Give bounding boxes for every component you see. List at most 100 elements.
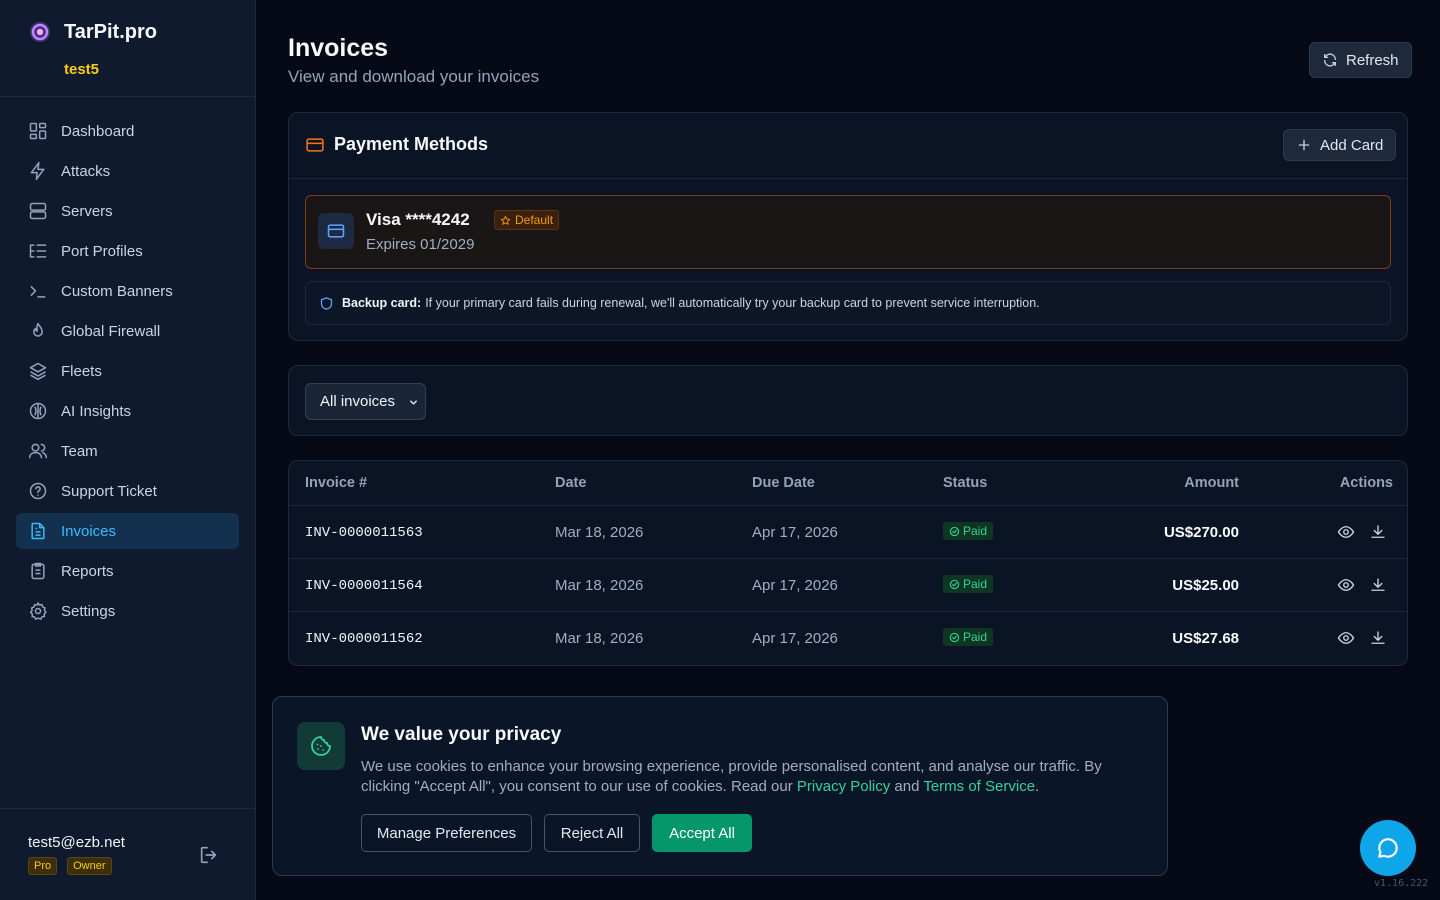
- header-invoice-number: Invoice #: [305, 475, 368, 491]
- add-card-label: Add Card: [1320, 136, 1384, 154]
- invoice-date: Mar 18, 2026: [555, 524, 644, 541]
- sidebar-item-label: Global Firewall: [61, 322, 161, 340]
- view-icon[interactable]: [1337, 629, 1355, 647]
- backup-card-label: Backup card:: [342, 296, 422, 310]
- refresh-button[interactable]: Refresh: [1309, 42, 1412, 78]
- bolt-icon: [30, 161, 45, 181]
- status-label: Paid: [963, 630, 988, 644]
- invoice-number: INV-0000011563: [305, 525, 423, 541]
- card-expiry: Expires 01/2029: [366, 236, 475, 253]
- payment-card-default[interactable]: Visa ****4242 Default Expires 01/2029: [305, 195, 1391, 269]
- sidebar-item-reports[interactable]: Reports: [16, 553, 239, 589]
- sidebar-item-label: Servers: [61, 202, 113, 220]
- role-badge: Owner: [67, 857, 112, 875]
- payment-methods-card: Payment Methods Add Card Visa ****4242 D…: [288, 112, 1408, 341]
- download-icon[interactable]: [1369, 523, 1387, 541]
- sidebar-item-label: Support Ticket: [61, 482, 157, 500]
- sidebar-item-team[interactable]: Team: [16, 433, 239, 469]
- cookie-text-and: and: [890, 778, 924, 795]
- list-tree-icon: [29, 244, 47, 258]
- privacy-policy-link[interactable]: Privacy Policy: [797, 778, 890, 795]
- payment-methods-title: Payment Methods: [334, 134, 489, 154]
- sidebar-item-dashboard[interactable]: Dashboard: [16, 113, 239, 149]
- invoice-due-date: Apr 17, 2026: [752, 524, 838, 541]
- view-icon[interactable]: [1337, 576, 1355, 594]
- sidebar-item-invoices[interactable]: Invoices: [16, 513, 239, 549]
- sidebar-item-settings[interactable]: Settings: [16, 593, 239, 629]
- invoice-date: Mar 18, 2026: [555, 577, 644, 594]
- backup-card-text: If your primary card fails during renewa…: [425, 296, 1040, 310]
- sidebar-item-label: Dashboard: [61, 122, 135, 140]
- sidebar-item-attacks[interactable]: Attacks: [16, 153, 239, 189]
- invoice-date: Mar 18, 2026: [555, 630, 644, 647]
- chat-bubble-icon: [1378, 838, 1398, 858]
- invoice-amount: US$25.00: [1172, 577, 1239, 594]
- invoice-number: INV-0000011564: [305, 578, 423, 594]
- default-badge-label: Default: [515, 213, 554, 227]
- table-row[interactable]: INV-0000011562 Mar 18, 2026 Apr 17, 2026…: [289, 612, 1407, 665]
- sidebar-item-custom-banners[interactable]: Custom Banners: [16, 273, 239, 309]
- sidebar-item-label: Invoices: [61, 522, 117, 540]
- sidebar-item-port-profiles[interactable]: Port Profiles: [16, 233, 239, 269]
- reject-all-button[interactable]: Reject All: [544, 814, 640, 852]
- table-row[interactable]: INV-0000011563 Mar 18, 2026 Apr 17, 2026…: [289, 506, 1407, 559]
- credit-card-icon: [306, 137, 324, 152]
- manage-preferences-button[interactable]: Manage Preferences: [361, 814, 532, 852]
- sidebar-item-ai-insights[interactable]: AI Insights: [16, 393, 239, 429]
- user-email: test5@ezb.net: [28, 834, 125, 851]
- check-circle-icon: [949, 579, 960, 589]
- sidebar-item-servers[interactable]: Servers: [16, 193, 239, 229]
- header-actions: Actions: [1339, 475, 1393, 491]
- cookie-title: We value your privacy: [361, 724, 562, 745]
- shield-icon: [320, 296, 333, 310]
- header-date: Date: [555, 475, 587, 491]
- server-icon: [29, 202, 47, 220]
- sidebar-item-label: Port Profiles: [61, 242, 143, 260]
- users-icon: [28, 443, 48, 459]
- terminal-icon: [30, 286, 46, 298]
- header-status: Status: [943, 475, 988, 491]
- sidebar-item-fleets[interactable]: Fleets: [16, 353, 239, 389]
- brand[interactable]: TarPit.pro: [28, 20, 157, 44]
- status-badge: Paid: [943, 575, 994, 593]
- filter-card: All invoices: [288, 365, 1408, 436]
- backup-card-notice: Backup card: If your primary card fails …: [305, 281, 1391, 325]
- accept-all-button[interactable]: Accept All: [652, 814, 752, 852]
- sidebar-nav: Dashboard Attacks Servers Port Profiles …: [16, 113, 239, 633]
- plan-badge: Pro: [28, 857, 58, 875]
- terms-link[interactable]: Terms of Service: [923, 778, 1035, 795]
- invoice-amount: US$270.00: [1163, 524, 1239, 541]
- page-title: Invoices: [288, 34, 389, 62]
- refresh-label: Refresh: [1346, 51, 1399, 69]
- invoices-table: Invoice # Date Due Date Status Amount Ac…: [288, 460, 1408, 666]
- sidebar-item-support-ticket[interactable]: Support Ticket: [16, 473, 239, 509]
- page-subtitle: View and download your invoices: [288, 67, 540, 86]
- logout-icon[interactable]: [198, 844, 220, 866]
- user-badges: Pro Owner: [28, 857, 112, 875]
- sidebar: TarPit.pro test5 Dashboard Attacks Serve…: [0, 0, 256, 900]
- app-name: TarPit.pro: [64, 20, 157, 43]
- invoice-filter-value: All invoices: [320, 393, 396, 410]
- invoice-filter-select[interactable]: All invoices: [305, 383, 426, 420]
- sidebar-item-global-firewall[interactable]: Global Firewall: [16, 313, 239, 349]
- table-row[interactable]: INV-0000011564 Mar 18, 2026 Apr 17, 2026…: [289, 559, 1407, 612]
- app-version: v1.16.222: [1374, 878, 1429, 889]
- cookie-banner: We value your privacy We use cookies to …: [272, 696, 1168, 876]
- status-label: Paid: [963, 524, 988, 538]
- brand-logo-icon: [30, 22, 50, 42]
- chat-button[interactable]: [1360, 820, 1416, 876]
- cookie-icon: [311, 736, 331, 756]
- add-card-button[interactable]: Add Card: [1283, 129, 1397, 161]
- chevron-down-icon: [410, 400, 417, 405]
- status-label: Paid: [963, 577, 988, 591]
- header-amount: Amount: [1184, 475, 1239, 491]
- sidebar-item-label: Team: [61, 442, 98, 460]
- download-icon[interactable]: [1369, 629, 1387, 647]
- plus-icon: [1298, 139, 1310, 151]
- sidebar-footer-divider: [0, 808, 256, 809]
- brain-icon: [29, 402, 47, 420]
- view-icon[interactable]: [1337, 523, 1355, 541]
- sidebar-item-label: Fleets: [61, 362, 102, 380]
- sidebar-item-label: Settings: [61, 602, 116, 620]
- download-icon[interactable]: [1369, 576, 1387, 594]
